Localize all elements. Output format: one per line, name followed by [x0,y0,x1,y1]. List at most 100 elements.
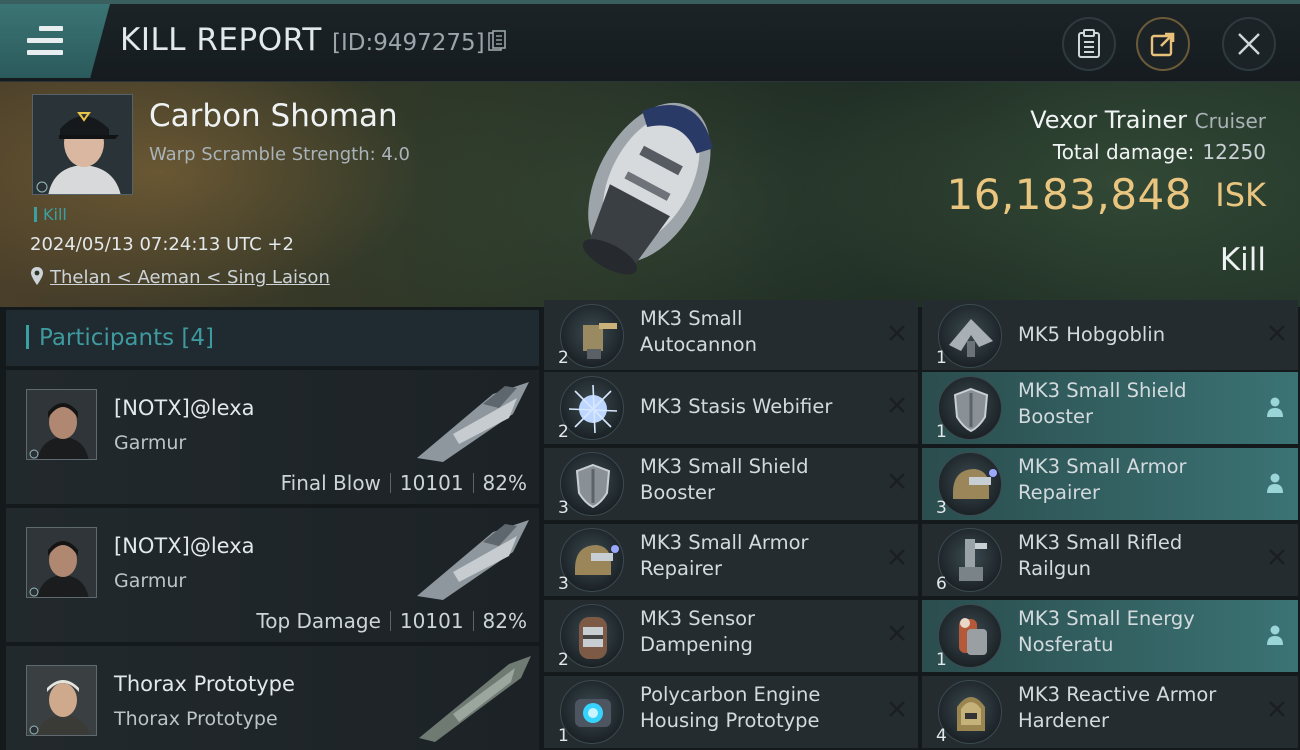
module-item[interactable]: 6 MK3 Small Rifled Railgun [922,524,1298,596]
module-item[interactable]: 3 MK3 Small Armor Repairer [922,448,1298,520]
victim-portrait[interactable] [32,94,133,195]
victim-ship-name[interactable]: Vexor Trainer [1030,106,1187,134]
module-name-line2: Railgun [1018,557,1092,580]
participant-avatar[interactable] [26,389,97,460]
module-quantity: 2 [558,422,569,442]
destroyed-indicator [1268,548,1286,566]
module-item[interactable]: 2 MK3 Small Autocannon [544,300,918,370]
destroyed-indicator [888,396,906,414]
participant-name[interactable]: [NOTX]@lexa [114,396,255,420]
module-quantity: 4 [936,726,947,746]
destroyed-indicator [888,548,906,566]
close-icon[interactable] [888,624,906,642]
menu-button[interactable] [0,4,110,78]
close-icon[interactable] [1268,548,1286,566]
module-name-line2: Repairer [640,557,723,580]
participant-name[interactable]: [NOTX]@lexa [114,534,255,558]
module-quantity: 1 [936,650,947,670]
module-item[interactable]: 3 MK3 Small Shield Booster [544,448,918,520]
module-icon [938,680,1002,744]
victim-ship: Vexor Trainer Cruiser [1030,106,1266,134]
module-item[interactable]: 1 MK3 Small Shield Booster [922,372,1298,444]
total-damage: Total damage: 12250 [1053,140,1266,164]
module-quantity: 1 [558,726,569,746]
module-icon [560,604,624,668]
share-button[interactable] [1136,17,1190,71]
location-link[interactable]: Thelan < Aeman < Sing Laison [50,267,330,288]
module-name-line2: Nosferatu [1018,633,1114,656]
module-item[interactable]: 1 Polycarbon Engine Housing Prototype [544,676,918,748]
participants-panel: Participants [4] [NOTX]@lexa Garmur Fina… [6,310,539,750]
module-name: Polycarbon Engine Housing Prototype [640,682,870,734]
victim-name[interactable]: Carbon Shoman [149,98,398,134]
participant-ship: Garmur [114,432,187,454]
module-item[interactable]: 1 MK5 Hobgoblin [922,300,1298,370]
participant-row[interactable]: [NOTX]@lexa Garmur Final Blow 10101 82% [6,370,539,504]
close-icon[interactable] [888,548,906,566]
close-icon[interactable] [888,472,906,490]
pilot-icon [1267,625,1283,645]
location-pin-icon [31,267,43,285]
participant-avatar[interactable] [26,665,97,736]
participant-damage: 10101 [399,471,464,495]
close-icon[interactable] [888,324,906,342]
clipboard-button[interactable] [1062,17,1116,71]
module-icon [938,604,1002,668]
shield-booster-icon [575,463,611,509]
module-name: MK3 Small Shield Booster [640,454,870,506]
armor-hardener-icon [957,697,985,731]
kill-location[interactable]: Thelan < Aeman < Sing Laison [30,266,330,288]
module-icon [938,528,1002,592]
participant-name[interactable]: Thorax Prototype [114,672,295,696]
module-name: MK3 Small Energy Nosferatu [1018,606,1248,658]
module-name-line2: Repairer [1018,481,1101,504]
participant-portrait-image [27,390,96,459]
module-icon [560,680,624,744]
participant-row[interactable]: [NOTX]@lexa Garmur Top Damage 10101 82% [6,508,539,642]
module-name-line1: MK3 Small Shield [1018,379,1187,402]
module-name-line1: MK3 Small Energy [1018,607,1195,630]
module-name: MK3 Small Autocannon [640,306,870,358]
module-quantity: 1 [936,422,947,442]
module-quantity: 2 [558,348,569,368]
top-bar: KILL REPORT [ID:9497275] [0,0,1300,82]
armor-repairer-icon [575,545,619,575]
destroyed-indicator [888,324,906,342]
module-item[interactable]: 2 MK3 Sensor Dampening [544,600,918,672]
close-icon[interactable] [888,700,906,718]
module-item[interactable]: 4 MK3 Reactive Armor Hardener [922,676,1298,748]
module-name-line1: MK3 Small Shield [640,455,809,478]
pilot-icon [1267,473,1283,493]
participant-row[interactable]: Thorax Prototype Thorax Prototype [6,646,539,750]
dropped-indicator [1266,396,1284,418]
kill-datetime: 2024/05/13 07:24:13 UTC +2 [30,234,294,255]
participant-ship: Garmur [114,570,187,592]
armor-repairer-icon [953,469,997,499]
close-icon[interactable] [1268,700,1286,718]
participant-avatar[interactable] [26,527,97,598]
share-icon [1150,32,1175,57]
kill-tag: Kill [34,205,67,224]
module-item[interactable]: 2 MK3 Stasis Webifier [544,372,918,444]
module-name-line1: MK3 Stasis Webifier [640,395,833,418]
module-name-line2: Booster [640,481,716,504]
close-icon[interactable] [888,396,906,414]
dropped-indicator [1266,472,1284,494]
kill-id[interactable]: [ID:9497275] [332,30,506,56]
close-icon[interactable] [1268,324,1286,342]
copy-icon[interactable] [487,30,506,52]
autocannon-icon [583,323,617,359]
module-quantity: 3 [558,498,569,518]
module-item[interactable]: 3 MK3 Small Armor Repairer [544,524,918,596]
kill-result-label: Kill [1219,242,1266,278]
sensor-dampener-icon [579,617,607,659]
module-item[interactable]: 1 MK3 Small Energy Nosferatu [922,600,1298,672]
participant-damage: 10101 [399,609,464,633]
module-name-line2: Dampening [640,633,753,656]
isk-value: 16,183,848 [946,170,1192,219]
module-quantity: 3 [558,574,569,594]
participants-header: Participants [4] [6,310,539,366]
close-button[interactable] [1222,17,1276,71]
module-name: MK3 Small Armor Repairer [1018,454,1248,506]
total-damage-value: 12250 [1202,140,1266,164]
